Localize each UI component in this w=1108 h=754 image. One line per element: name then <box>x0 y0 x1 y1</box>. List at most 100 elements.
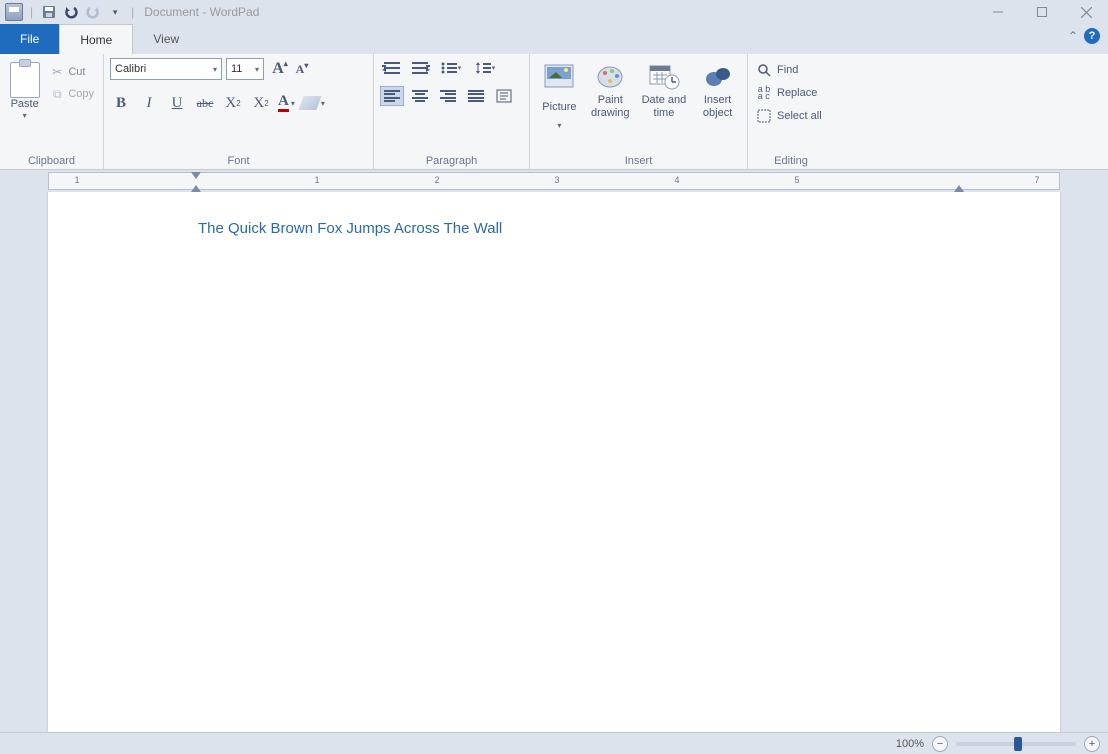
font-group-label: Font <box>110 153 367 167</box>
align-right-button[interactable] <box>436 86 460 106</box>
copy-button[interactable]: ⧉ Copy <box>47 84 97 104</box>
horizontal-ruler[interactable]: 1 1 2 3 4 5 7 <box>48 172 1060 190</box>
zoom-percentage: 100% <box>896 738 924 750</box>
window-title: Document - WordPad <box>144 5 259 19</box>
view-tab[interactable]: View <box>133 24 199 54</box>
ruler-number: 1 <box>314 175 319 185</box>
undo-icon[interactable] <box>61 2 81 22</box>
paste-button[interactable]: Paste ▾ <box>6 58 43 120</box>
quick-access-toolbar: | ▾ | <box>4 2 138 22</box>
clipboard-group: Paste ▾ ✂ Cut ⧉ Copy Clipboard <box>0 54 104 169</box>
document-area: The Quick Brown Fox Jumps Across The Wal… <box>0 192 1108 732</box>
subscript-button[interactable]: X2 <box>222 92 244 114</box>
datetime-label: Date and time <box>638 94 690 119</box>
picture-icon <box>543 60 575 92</box>
replace-label: Replace <box>777 87 817 99</box>
ruler-number: 2 <box>434 175 439 185</box>
wordpad-app-icon[interactable] <box>4 2 24 22</box>
calendar-clock-icon <box>648 60 680 92</box>
align-center-button[interactable] <box>408 86 432 106</box>
clipboard-group-label: Clipboard <box>6 153 97 167</box>
ruler-number: 3 <box>554 175 559 185</box>
italic-button[interactable]: I <box>138 92 160 114</box>
chevron-down-icon: ▾ <box>213 65 217 74</box>
help-icon[interactable]: ? <box>1084 28 1100 44</box>
object-label: Insert object <box>694 94 741 119</box>
chevron-down-icon: ▾ <box>255 65 259 74</box>
zoom-slider[interactable] <box>956 742 1076 746</box>
copy-label: Copy <box>68 88 94 100</box>
font-size-combo[interactable]: 11 ▾ <box>226 58 264 80</box>
align-left-button[interactable] <box>380 86 404 106</box>
collapse-ribbon-icon[interactable]: ⌃ <box>1068 29 1078 43</box>
save-icon[interactable] <box>39 2 59 22</box>
font-family-combo[interactable]: Calibri ▾ <box>110 58 222 80</box>
separator: | <box>131 5 134 19</box>
file-tab[interactable]: File <box>0 24 59 54</box>
separator: | <box>30 5 33 19</box>
close-button[interactable] <box>1064 0 1108 24</box>
cut-button[interactable]: ✂ Cut <box>47 62 97 82</box>
replace-button[interactable]: a ba c Replace <box>754 83 819 103</box>
minimize-button[interactable] <box>976 0 1020 24</box>
zoom-slider-thumb[interactable] <box>1014 737 1022 751</box>
ribbon: Paste ▾ ✂ Cut ⧉ Copy Clipboard C <box>0 54 1108 170</box>
ruler-area: 1 1 2 3 4 5 7 <box>0 170 1108 192</box>
ruler-number: 1 <box>74 175 79 185</box>
object-icon <box>702 60 734 92</box>
find-label: Find <box>777 64 798 76</box>
left-indent-marker[interactable] <box>191 183 201 192</box>
ruler-number: 5 <box>794 175 799 185</box>
zoom-in-button[interactable]: + <box>1084 736 1100 752</box>
font-color-button[interactable]: A▾ <box>278 94 295 112</box>
ruler-number: 7 <box>1034 175 1039 185</box>
bullet-list-button[interactable]: ▾ <box>436 58 466 78</box>
paragraph-group: ◂ ▸ ▾ ▾ Paragraph <box>374 54 530 169</box>
insert-group: Picture ▾ Paint drawing Date and time In… <box>530 54 748 169</box>
home-tab[interactable]: Home <box>59 24 133 54</box>
maximize-button[interactable] <box>1020 0 1064 24</box>
right-indent-marker[interactable] <box>954 185 964 192</box>
highlight-button[interactable]: ▾ <box>301 96 325 110</box>
justify-button[interactable] <box>464 86 488 106</box>
font-family-value: Calibri <box>115 63 146 75</box>
replace-icon: a ba c <box>756 85 772 101</box>
insert-object-button[interactable]: Insert object <box>694 58 741 120</box>
strikethrough-button[interactable]: abc <box>194 92 216 114</box>
insert-group-label: Insert <box>536 153 741 167</box>
cut-label: Cut <box>68 66 85 78</box>
select-all-icon <box>756 108 772 124</box>
scissors-icon: ✂ <box>50 65 64 79</box>
find-button[interactable]: Find <box>754 60 800 80</box>
copy-icon: ⧉ <box>50 87 64 101</box>
status-bar: 100% − + <box>0 732 1108 754</box>
qat-customize-icon[interactable]: ▾ <box>105 2 125 22</box>
superscript-button[interactable]: X2 <box>250 92 272 114</box>
shrink-font-button[interactable]: A▾ <box>292 58 312 80</box>
zoom-out-button[interactable]: − <box>932 736 948 752</box>
paragraph-dialog-button[interactable] <box>492 86 516 106</box>
first-line-indent-marker[interactable] <box>191 172 201 181</box>
paint-palette-icon <box>594 60 626 92</box>
selectall-label: Select all <box>777 110 822 122</box>
editing-group: Find a ba c Replace Select all Editing <box>748 54 834 169</box>
line-spacing-button[interactable]: ▾ <box>470 58 500 78</box>
decrease-indent-button[interactable]: ◂ <box>380 58 404 78</box>
bold-button[interactable]: B <box>110 92 132 114</box>
document-page[interactable]: The Quick Brown Fox Jumps Across The Wal… <box>48 192 1060 732</box>
font-size-value: 11 <box>231 63 242 75</box>
chevron-down-icon: ▾ <box>23 111 27 120</box>
grow-font-button[interactable]: A▴ <box>270 58 290 80</box>
select-all-button[interactable]: Select all <box>754 106 824 126</box>
increase-indent-button[interactable]: ▸ <box>408 58 432 78</box>
paint-drawing-button[interactable]: Paint drawing <box>587 58 634 120</box>
ribbon-tabs: File Home View ⌃ ? <box>0 24 1108 54</box>
underline-button[interactable]: U <box>166 92 188 114</box>
document-text[interactable]: The Quick Brown Fox Jumps Across The Wal… <box>198 220 910 237</box>
date-time-button[interactable]: Date and time <box>638 58 690 120</box>
ruler-number: 4 <box>674 175 679 185</box>
picture-button[interactable]: Picture ▾ <box>536 58 583 130</box>
redo-icon[interactable] <box>83 2 103 22</box>
paint-label: Paint drawing <box>587 94 634 119</box>
paste-label: Paste <box>11 98 39 110</box>
